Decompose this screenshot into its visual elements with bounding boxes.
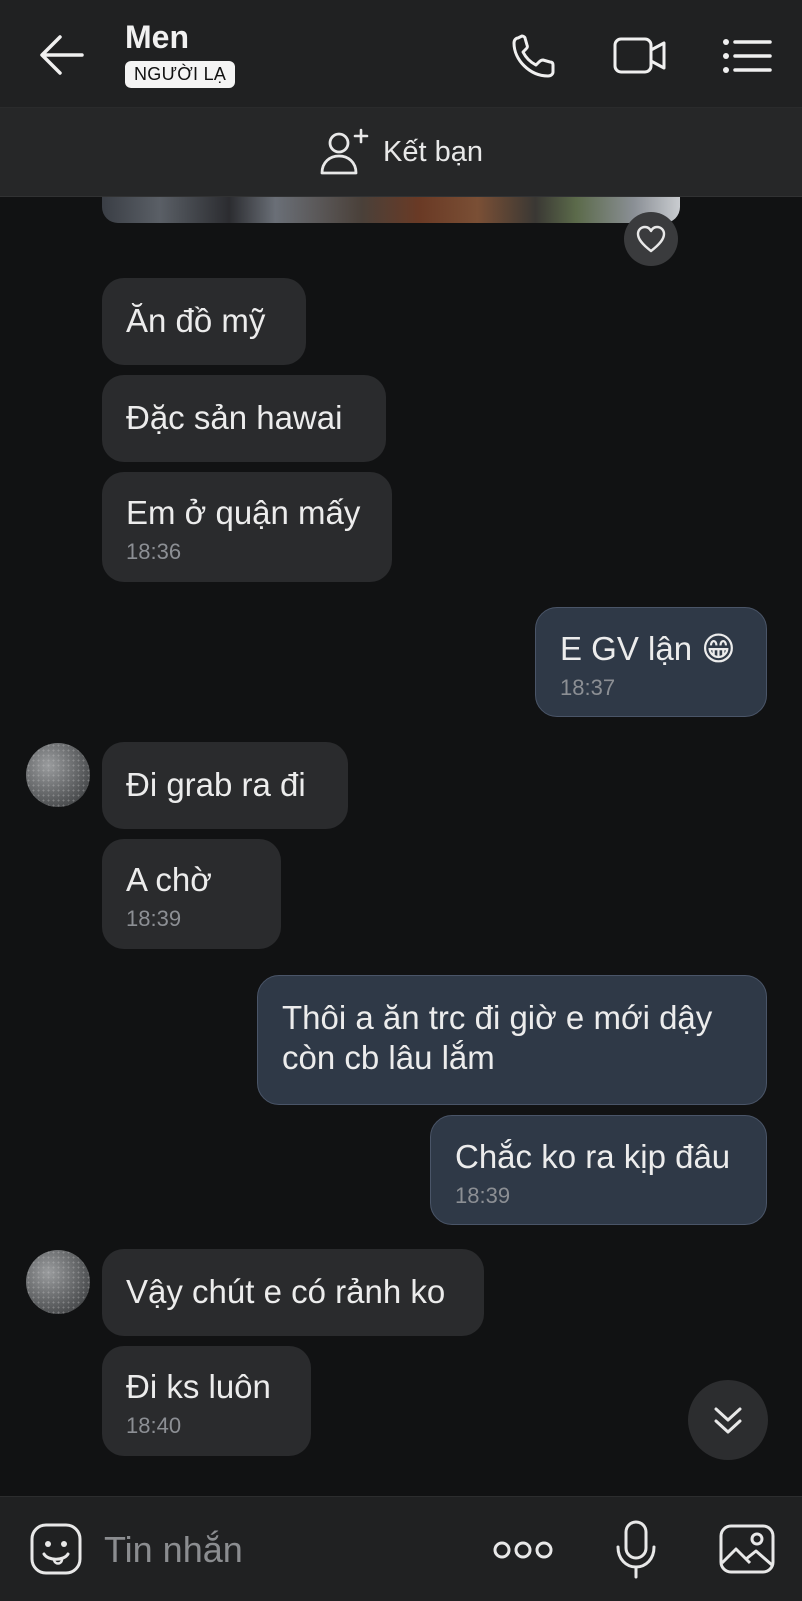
sticker-icon: [30, 1523, 82, 1575]
chat-header: Men NGƯỜI LẠ: [0, 0, 802, 108]
message-text: E GV lận 😁: [560, 630, 736, 667]
gallery-button[interactable]: [718, 1523, 776, 1575]
scroll-to-bottom-button[interactable]: [688, 1380, 768, 1460]
add-friend-button[interactable]: Kết bạn: [0, 108, 802, 197]
message-composer: [0, 1496, 802, 1601]
message-time: 18:37: [560, 675, 616, 700]
message-text: Đi grab ra đi: [126, 766, 306, 803]
more-options-icon: [493, 1541, 553, 1559]
message-time: 18:39: [126, 906, 182, 931]
message-text: Em ở quận mấy: [126, 494, 361, 531]
video-call-button[interactable]: [612, 32, 668, 80]
message-bubble[interactable]: Đặc sản hawai: [102, 375, 386, 462]
list-menu-icon: [723, 39, 772, 73]
video-camera-icon: [613, 37, 666, 74]
microphone-icon: [616, 1520, 656, 1579]
message-text: Thôi a ăn trc đi giờ e mới dậy còn cb lâ…: [282, 999, 713, 1076]
message-bubble[interactable]: Em ở quận mấy 18:36: [102, 472, 392, 582]
message-text: Vậy chút e có rảnh ko: [126, 1273, 446, 1310]
message-bubble[interactable]: Chắc ko ra kịp đâu 18:39: [430, 1115, 767, 1225]
voice-message-button[interactable]: [612, 1519, 660, 1581]
message-time: 18:36: [126, 539, 182, 564]
message-input[interactable]: [102, 1521, 466, 1579]
message-text: Ăn đồ mỹ: [126, 302, 266, 339]
options-menu-button[interactable]: [720, 32, 776, 80]
gallery-icon: [719, 1524, 775, 1574]
message-bubble[interactable]: E GV lận 😁 18:37: [535, 607, 767, 717]
sticker-button[interactable]: [28, 1521, 84, 1577]
message-bubble[interactable]: Thôi a ăn trc đi giờ e mới dậy còn cb lâ…: [257, 975, 767, 1105]
add-person-icon: [320, 128, 369, 175]
message-text: Đặc sản hawai: [126, 399, 343, 436]
message-bubble[interactable]: A chờ 18:39: [102, 839, 281, 949]
message-bubble[interactable]: Đi ks luôn 18:40: [102, 1346, 311, 1456]
react-button[interactable]: [624, 212, 678, 266]
contact-avatar[interactable]: [26, 1250, 90, 1314]
add-friend-label: Kết bạn: [383, 135, 483, 168]
double-chevron-down-icon: [714, 1407, 742, 1434]
message-bubble[interactable]: Vậy chút e có rảnh ko: [102, 1249, 484, 1336]
back-arrow-icon: [40, 35, 84, 75]
photo-message[interactable]: [102, 197, 680, 223]
message-time: 18:40: [126, 1413, 182, 1438]
contact-info[interactable]: Men NGƯỜI LẠ: [125, 18, 236, 88]
call-button[interactable]: [508, 32, 564, 80]
message-bubble[interactable]: Đi grab ra đi: [102, 742, 348, 829]
message-text: Chắc ko ra kịp đâu: [455, 1138, 731, 1175]
back-button[interactable]: [38, 34, 84, 76]
message-list[interactable]: Ăn đồ mỹ Đặc sản hawai Em ở quận mấy 18:…: [0, 197, 802, 1495]
heart-icon: [636, 225, 666, 253]
message-bubble[interactable]: Ăn đồ mỹ: [102, 278, 306, 365]
contact-name: Men: [125, 19, 189, 55]
message-text: A chờ: [126, 861, 212, 898]
phone-icon: [512, 34, 555, 78]
message-time: 18:39: [455, 1183, 511, 1208]
stranger-badge: NGƯỜI LẠ: [125, 61, 236, 88]
contact-avatar[interactable]: [26, 743, 90, 807]
message-text: Đi ks luôn: [126, 1368, 271, 1405]
more-options-button[interactable]: [492, 1533, 554, 1567]
